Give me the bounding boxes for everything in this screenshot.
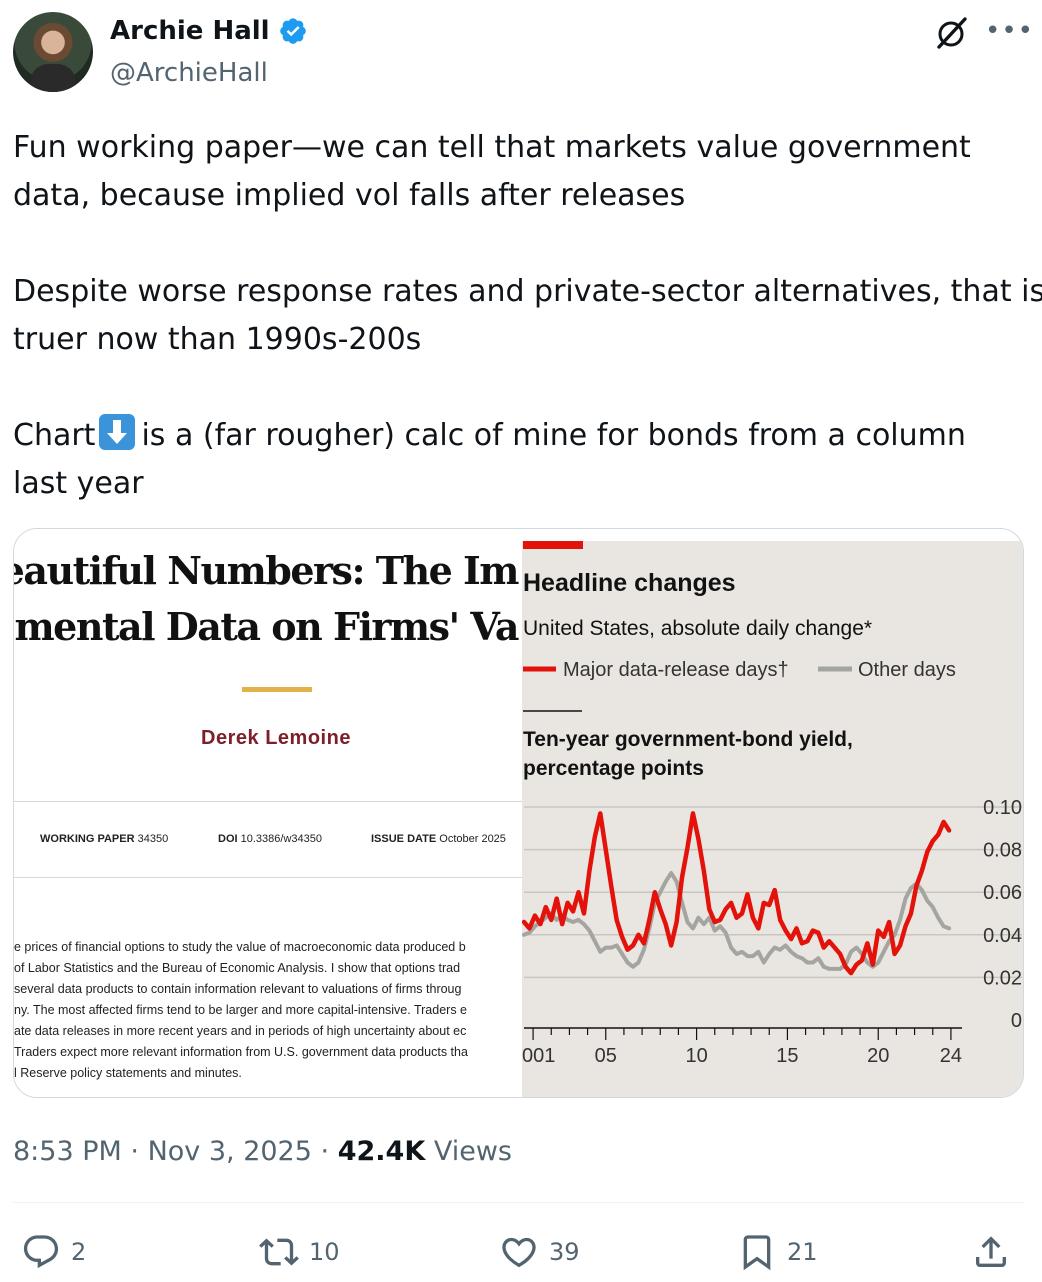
y-tick-label: 0.10 — [983, 797, 1022, 819]
abstract-line: l Reserve policy statements and minutes. — [14, 1066, 242, 1080]
like-button[interactable]: 39 — [499, 1224, 580, 1280]
share-icon — [976, 1236, 1006, 1267]
share-button[interactable] — [971, 1224, 1011, 1280]
tweet-line: Despite worse response rates and private… — [13, 274, 1042, 309]
tweet-date[interactable]: Nov 3, 2025 — [148, 1136, 312, 1167]
y-tick-label: 0.04 — [983, 925, 1022, 947]
chart-accent-bar — [523, 541, 583, 549]
author-name-row: Archie Hall — [110, 16, 308, 46]
abstract-line: e prices of financial options to study t… — [14, 940, 466, 954]
panel-title: percentage points — [523, 757, 704, 780]
action-divider — [13, 1202, 1024, 1203]
display-name[interactable]: Archie Hall — [110, 16, 270, 46]
heart-icon — [502, 1237, 536, 1268]
repost-button[interactable]: 10 — [259, 1224, 340, 1280]
legend-label-major: Major data-release days† — [563, 659, 789, 681]
paper-screenshot: eautiful Numbers: The Im mental Data on … — [14, 529, 522, 1097]
y-tick-label: 0.02 — [983, 967, 1022, 989]
reply-icon — [23, 1235, 59, 1269]
paper-issue-date: ISSUE DATE October 2025 — [371, 833, 506, 845]
y-tick-label: 0 — [1011, 1010, 1022, 1032]
paper-doi: DOI 10.3386/w34350 — [218, 833, 322, 845]
paper-title-line: eautiful Numbers: The Im — [14, 548, 520, 593]
down-arrow-emoji-icon — [99, 414, 136, 450]
y-tick-label: 0.06 — [983, 882, 1022, 904]
verified-badge-icon — [279, 18, 306, 44]
tweet-line: last year — [13, 466, 144, 501]
tweet-line-chart: Chart is a (far rougher) calc of mine for… — [13, 412, 1033, 460]
chart-subtitle: United States, absolute daily change* — [523, 617, 872, 640]
paper-abstract: e prices of financial options to study t… — [14, 937, 518, 1084]
abstract-line: ny. The most affected firms tend to be l… — [14, 1003, 468, 1017]
chart-title: Headline changes — [523, 569, 736, 597]
x-tick-label: 24 — [940, 1045, 962, 1067]
chart-svg: Headline changes United States, absolute… — [522, 541, 1022, 1067]
legend-label-other: Other days — [858, 659, 956, 681]
x-tick-label: 2001 — [522, 1045, 555, 1067]
x-tick-label: 20 — [867, 1045, 889, 1067]
bookmark-icon — [743, 1235, 771, 1271]
tweet-line: data, because implied vol falls after re… — [13, 178, 686, 213]
tweet-line: truer now than 1990s-200s — [13, 322, 422, 357]
tweet-text: Fun working paper—we can tell that marke… — [13, 124, 1042, 508]
panel-title: Ten-year government-bond yield, — [523, 728, 853, 751]
like-count: 39 — [549, 1238, 580, 1266]
bookmark-count: 21 — [787, 1238, 818, 1266]
author-handle[interactable]: @ArchieHall — [110, 58, 268, 88]
paper-title-line: mental Data on Firms' Va — [14, 604, 519, 649]
avatar[interactable] — [13, 12, 93, 92]
views-label: Views — [433, 1136, 512, 1167]
repost-icon — [259, 1238, 299, 1266]
abstract-line: ate data releases in more recent years a… — [14, 1024, 467, 1038]
y-tick-label: 0.08 — [983, 840, 1022, 862]
x-tick-label: 05 — [595, 1045, 617, 1067]
tweet-line: Fun working paper—we can tell that marke… — [13, 130, 971, 165]
views-count: 42.4K — [337, 1136, 426, 1167]
more-options-icon[interactable]: ••• — [985, 14, 1033, 52]
paper-accent-rule — [242, 687, 312, 692]
x-tick-label: 15 — [776, 1045, 798, 1067]
reply-count: 2 — [71, 1238, 87, 1266]
chart-word: Chart — [13, 418, 96, 453]
grok-icon[interactable] — [932, 14, 970, 52]
tweet-line: is a (far rougher) calc of mine for bond… — [141, 418, 966, 453]
paper-author: Derek Lemoine — [201, 727, 351, 749]
paper-working-paper: WORKING PAPER 34350 — [40, 833, 169, 845]
paper-divider — [14, 877, 522, 878]
action-bar: 2 10 39 21 — [13, 1224, 1024, 1280]
abstract-line: of Labor Statistics and the Bureau of Ec… — [14, 961, 461, 975]
tweet-time[interactable]: 8:53 PM — [13, 1136, 122, 1167]
abstract-line: several data products to contain informa… — [14, 982, 462, 996]
reply-button[interactable]: 2 — [21, 1224, 86, 1280]
x-tick-label: 10 — [685, 1045, 707, 1067]
bookmark-button[interactable]: 21 — [737, 1224, 818, 1280]
media-image[interactable]: eautiful Numbers: The Im mental Data on … — [13, 528, 1024, 1098]
tweet-timestamp: 8:53 PM · Nov 3, 2025 · 42.4K Views — [13, 1136, 512, 1167]
paper-title: eautiful Numbers: The Im mental Data on … — [14, 543, 520, 655]
chart-panel: Headline changes United States, absolute… — [522, 541, 1023, 1097]
repost-count: 10 — [309, 1238, 340, 1266]
abstract-line: Traders expect more relevant information… — [14, 1045, 468, 1059]
paper-divider — [14, 801, 522, 802]
